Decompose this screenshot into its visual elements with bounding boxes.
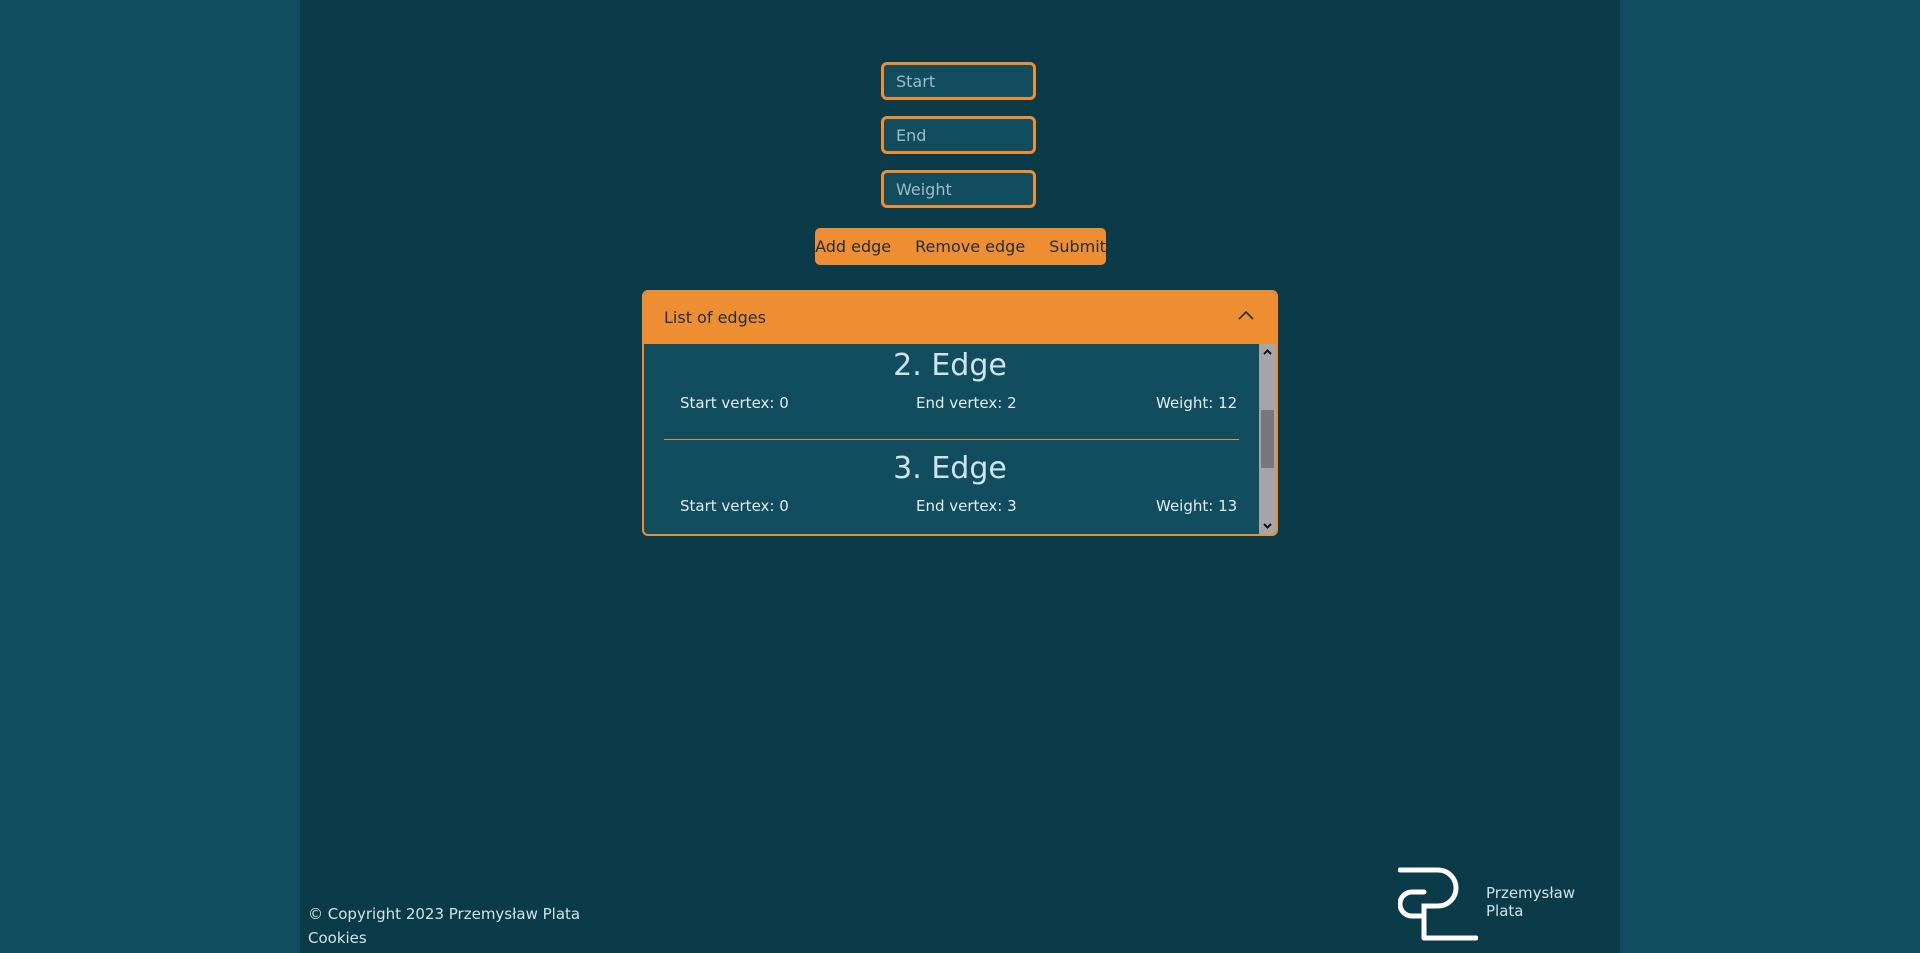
- logo-line-last: Plata: [1486, 902, 1524, 920]
- weight-input[interactable]: [881, 170, 1036, 208]
- edge-title: 3. Edge: [893, 451, 1007, 486]
- copyright-text: © Copyright 2023 Przemysław Plata: [308, 905, 581, 923]
- scrollbar[interactable]: [1259, 344, 1276, 534]
- scroll-down-button[interactable]: [1259, 517, 1276, 534]
- end-input[interactable]: [881, 116, 1036, 154]
- page-container: Add edge Remove edge Submit List of edge…: [300, 0, 1620, 953]
- edge-end-vertex: End vertex: 3: [916, 497, 1017, 515]
- logo-mark-icon: [1397, 867, 1479, 941]
- scroll-up-button[interactable]: [1259, 344, 1276, 361]
- edge-start-vertex: Start vertex: 0: [680, 394, 789, 412]
- submit-button[interactable]: Submit: [1037, 237, 1118, 256]
- accordion-title: List of edges: [664, 307, 766, 327]
- accordion-header[interactable]: List of edges: [644, 292, 1276, 344]
- edge-title: 2. Edge: [893, 348, 1007, 383]
- chevron-up-icon[interactable]: [1236, 306, 1256, 326]
- scroll-up-icon: [1263, 349, 1272, 355]
- logo-line-first: Przemysław: [1486, 884, 1576, 902]
- add-edge-button[interactable]: Add edge: [803, 237, 903, 256]
- logo-text: Przemysław Plata: [1486, 884, 1575, 920]
- remove-edge-button[interactable]: Remove edge: [903, 237, 1037, 256]
- edge-button-group: Add edge Remove edge Submit: [815, 228, 1106, 265]
- edges-list[interactable]: 2. Edge Start vertex: 0 End vertex: 2 We…: [644, 344, 1276, 534]
- edge-weight: Weight: 12: [1156, 394, 1238, 412]
- start-input[interactable]: [881, 62, 1036, 100]
- scrollbar-thumb[interactable]: [1261, 410, 1274, 468]
- cookies-link[interactable]: Cookies: [308, 929, 367, 947]
- edge-weight: Weight: 13: [1156, 497, 1238, 515]
- edge-start-vertex: Start vertex: 0: [680, 497, 789, 515]
- edge-divider: [664, 439, 1239, 440]
- logo[interactable]: Przemysław Plata: [1397, 866, 1588, 942]
- edges-accordion: List of edges 2. Edge Start vertex: 0 En…: [642, 290, 1278, 536]
- edge-end-vertex: End vertex: 2: [916, 394, 1017, 412]
- scroll-down-icon: [1263, 523, 1272, 529]
